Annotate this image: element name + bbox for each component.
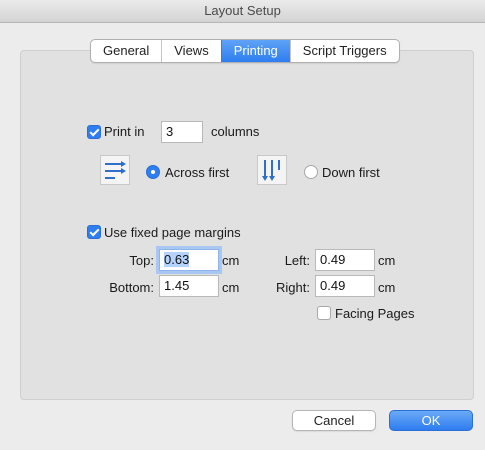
bottom-margin-input[interactable]: 1.45 <box>159 275 219 297</box>
columns-count-input[interactable]: 3 <box>161 121 203 143</box>
facing-pages-label: Facing Pages <box>335 306 415 321</box>
left-margin-label: Left: <box>284 253 310 268</box>
fixed-margins-label: Use fixed page margins <box>104 225 241 240</box>
top-margin-value: 0.63 <box>164 252 190 267</box>
tab-views[interactable]: Views <box>161 40 220 62</box>
across-first-label: Across first <box>165 165 230 180</box>
down-first-icon <box>257 155 287 185</box>
down-first-radio[interactable] <box>304 165 318 179</box>
across-first-radio[interactable] <box>146 165 160 179</box>
tab-bar: General Views Printing Script Triggers <box>90 39 400 63</box>
right-margin-label: Right: <box>276 280 310 295</box>
bottom-margin-label: Bottom: <box>109 280 154 295</box>
tab-general[interactable]: General <box>91 40 161 62</box>
top-margin-unit: cm <box>222 253 240 268</box>
print-in-columns-checkbox[interactable] <box>87 125 101 139</box>
facing-pages-checkbox[interactable] <box>317 306 331 320</box>
columns-label: columns <box>211 124 260 139</box>
left-margin-unit: cm <box>378 253 396 268</box>
across-first-icon <box>100 155 130 185</box>
bottom-margin-unit: cm <box>222 280 240 295</box>
ok-button[interactable]: OK <box>389 410 473 431</box>
right-margin-unit: cm <box>378 280 396 295</box>
print-in-label: Print in <box>104 124 145 139</box>
tab-script-triggers[interactable]: Script Triggers <box>289 40 399 62</box>
layout-setup-dialog: Layout Setup General Views Printing Scri… <box>0 0 485 450</box>
cancel-button[interactable]: Cancel <box>292 410 376 431</box>
top-margin-label: Top: <box>129 253 154 268</box>
title-bar[interactable]: Layout Setup <box>0 0 485 23</box>
fixed-margins-checkbox[interactable] <box>87 225 101 239</box>
top-margin-input[interactable]: 0.63 <box>159 249 219 271</box>
left-margin-input[interactable]: 0.49 <box>315 249 375 271</box>
down-first-label: Down first <box>322 165 380 180</box>
right-margin-input[interactable]: 0.49 <box>315 275 375 297</box>
window-title: Layout Setup <box>204 3 281 18</box>
tab-printing[interactable]: Printing <box>220 40 290 62</box>
